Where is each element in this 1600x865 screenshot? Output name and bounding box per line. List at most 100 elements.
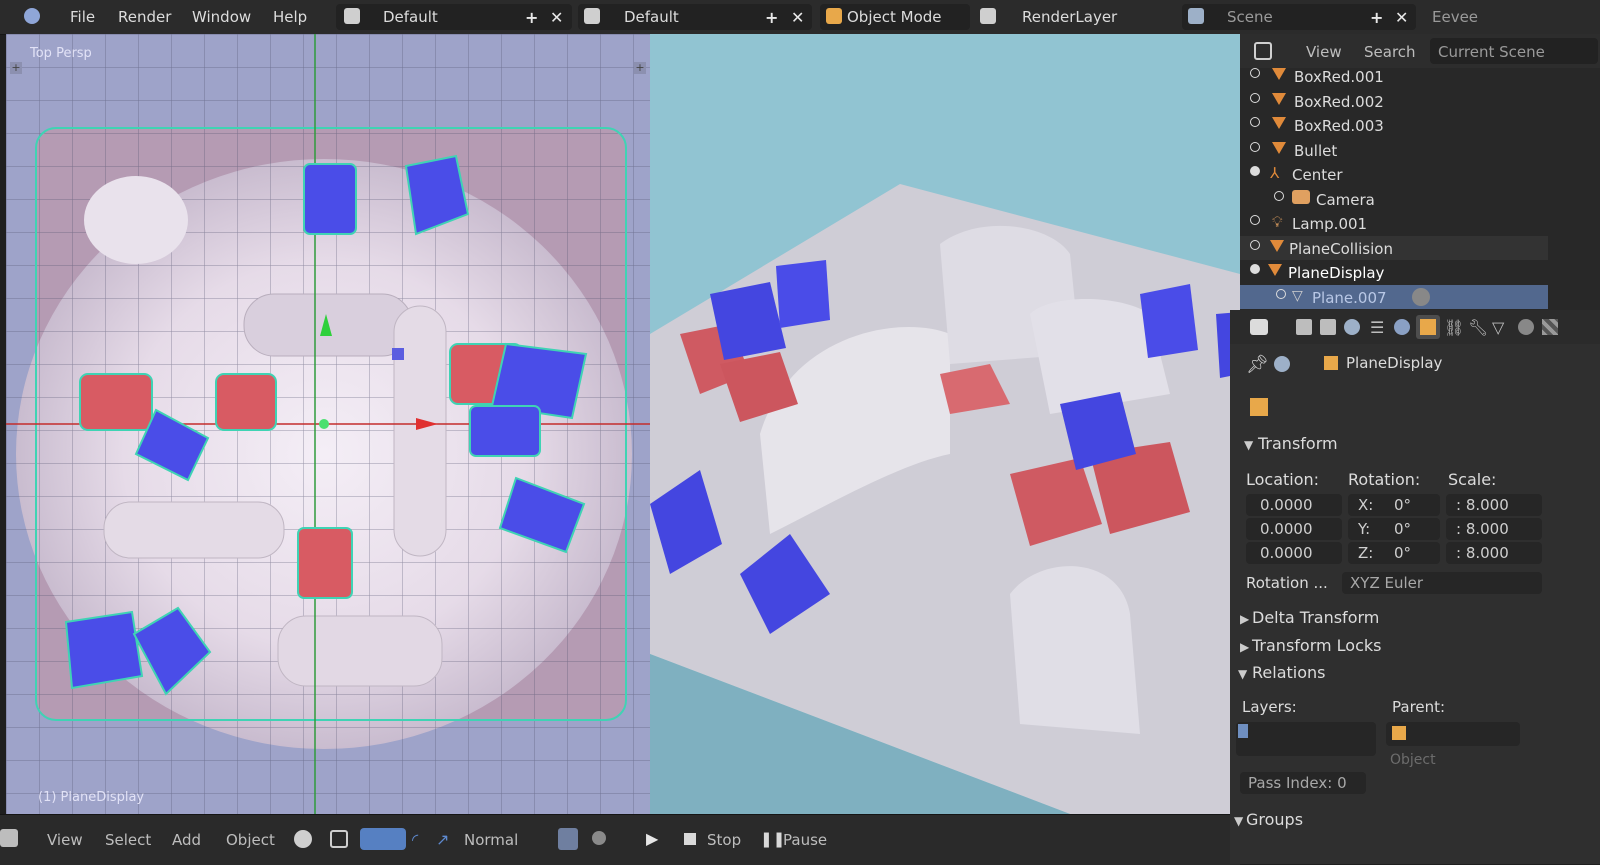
collapse-icon[interactable]: [1250, 166, 1260, 176]
manipulator-toggle[interactable]: [360, 828, 406, 850]
data-tab-icon[interactable]: ▽: [1492, 318, 1504, 337]
pass-index-field[interactable]: Pass Index: 0: [1240, 772, 1366, 794]
menu-add[interactable]: Add: [172, 831, 201, 849]
location-z-field[interactable]: 0.0000: [1246, 542, 1342, 564]
scale-z-field[interactable]: : 8.000: [1446, 542, 1542, 564]
screen-layout-name[interactable]: Default: [383, 8, 438, 26]
transform-orientation-icon[interactable]: [330, 830, 348, 848]
expand-icon[interactable]: [1250, 240, 1260, 250]
add-workspace-icon[interactable]: +: [765, 8, 778, 27]
stop-icon[interactable]: [684, 833, 696, 845]
viewport-top-persp[interactable]: Top Persp (1) PlaneDisplay + +: [6, 34, 650, 814]
world-sphere-icon[interactable]: [1394, 319, 1410, 335]
outliner-row-planecollision[interactable]: PlaneCollision: [1240, 236, 1548, 260]
editor-type-icon[interactable]: [0, 829, 18, 847]
outliner-row-bullet[interactable]: Bullet: [1240, 138, 1550, 162]
parent-field[interactable]: [1386, 722, 1520, 746]
render-layer-icon[interactable]: [980, 8, 996, 24]
tool-shelf-plus-icon[interactable]: +: [10, 62, 22, 74]
modifiers-tab-icon[interactable]: 🔧︎: [1468, 318, 1488, 337]
constraints-tab-icon[interactable]: ⛓: [1444, 318, 1464, 337]
workspace-icon[interactable]: [584, 8, 600, 24]
outliner-menu-search[interactable]: Search: [1364, 43, 1416, 61]
stop-label[interactable]: Stop: [707, 831, 741, 849]
render-layer-name[interactable]: RenderLayer: [1022, 8, 1117, 26]
transform-orientation[interactable]: Normal: [464, 831, 518, 849]
expand-icon[interactable]: [1276, 289, 1286, 299]
pause-icon[interactable]: ❚❚: [760, 830, 785, 848]
info-icon[interactable]: [24, 8, 40, 24]
scale-manip-icon[interactable]: ↗: [436, 830, 454, 849]
parent-type-field[interactable]: Object: [1390, 752, 1436, 768]
menu-help[interactable]: Help: [273, 8, 307, 26]
render-engine[interactable]: Eevee: [1432, 8, 1478, 26]
rotation-z-field[interactable]: Z: 0°: [1348, 542, 1440, 564]
transform-collapse-icon[interactable]: ▼: [1244, 438, 1253, 452]
properties-shelf-plus-icon[interactable]: +: [634, 62, 646, 74]
scene-name[interactable]: Scene: [1227, 8, 1273, 26]
expand-icon[interactable]: [1250, 93, 1260, 103]
scale-x-field[interactable]: : 8.000: [1446, 494, 1542, 516]
rotate-manip-icon[interactable]: ◜: [412, 830, 430, 849]
outliner-row-lamp[interactable]: 💡︎ Lamp.001: [1240, 211, 1550, 235]
expand-icon[interactable]: [1250, 117, 1260, 127]
pause-label[interactable]: Pause: [783, 831, 827, 849]
location-x-field[interactable]: 0.0000: [1246, 494, 1342, 516]
outliner-editor-icon[interactable]: [1254, 42, 1272, 60]
workspace-name[interactable]: Default: [624, 8, 679, 26]
render-layers-tab-icon[interactable]: [1320, 319, 1336, 335]
layers-grid[interactable]: [1236, 722, 1376, 756]
scene-context-icon[interactable]: [1274, 356, 1290, 372]
material-tab-icon[interactable]: [1518, 319, 1534, 335]
pin-icon[interactable]: 📌︎: [1246, 354, 1269, 375]
rotation-x-field[interactable]: X: 0°: [1348, 494, 1440, 516]
delta-transform-expand-icon[interactable]: ▶: [1240, 612, 1249, 626]
menu-file[interactable]: File: [70, 8, 95, 26]
scene-icon[interactable]: [1188, 8, 1204, 24]
remove-scene-icon[interactable]: ✕: [1395, 8, 1408, 27]
outliner-row-boxred-002[interactable]: BoxRed.002: [1240, 89, 1550, 113]
layers-icon[interactable]: [558, 828, 578, 850]
menu-view[interactable]: View: [47, 831, 83, 849]
properties-editor-icon[interactable]: [1250, 319, 1268, 335]
expand-icon[interactable]: [1250, 68, 1260, 78]
world-tab-icon[interactable]: ☰: [1370, 318, 1384, 337]
texture-tab-icon[interactable]: [1542, 319, 1558, 335]
groups-collapse-icon[interactable]: ▼: [1234, 814, 1243, 828]
viewport-rendered[interactable]: [650, 34, 1240, 814]
mode-label[interactable]: Object Mode: [847, 8, 942, 26]
active-layer-indicator[interactable]: [1238, 724, 1248, 738]
outliner-row-boxred-001[interactable]: BoxRed.001: [1240, 64, 1550, 88]
menu-window[interactable]: Window: [192, 8, 251, 26]
delta-transform-panel[interactable]: Delta Transform: [1252, 608, 1379, 627]
outliner-row-camera[interactable]: Camera: [1240, 187, 1550, 211]
expand-icon[interactable]: [1274, 191, 1284, 201]
rotation-mode-dropdown[interactable]: XYZ Euler: [1342, 572, 1542, 594]
remove-layout-icon[interactable]: ✕: [550, 8, 563, 27]
relations-collapse-icon[interactable]: ▼: [1238, 667, 1247, 681]
pivot-icon[interactable]: [294, 830, 312, 848]
collapse-icon[interactable]: [1250, 264, 1260, 274]
transform-locks-panel[interactable]: Transform Locks: [1252, 636, 1382, 655]
add-scene-icon[interactable]: +: [1370, 8, 1383, 27]
transform-panel-title[interactable]: Transform: [1258, 434, 1338, 453]
outliner-row-planedisplay[interactable]: PlaneDisplay: [1240, 260, 1550, 284]
remove-workspace-icon[interactable]: ✕: [791, 8, 804, 27]
menu-select[interactable]: Select: [105, 831, 151, 849]
scene-tab-icon[interactable]: [1344, 319, 1360, 335]
play-icon[interactable]: ▶: [646, 829, 658, 848]
expand-icon[interactable]: [1250, 142, 1260, 152]
relations-panel-title[interactable]: Relations: [1252, 663, 1325, 682]
scale-y-field[interactable]: : 8.000: [1446, 518, 1542, 540]
screen-layout-icon[interactable]: [344, 8, 360, 24]
menu-object[interactable]: Object: [226, 831, 275, 849]
expand-icon[interactable]: [1250, 215, 1260, 225]
location-y-field[interactable]: 0.0000: [1246, 518, 1342, 540]
render-tab-icon[interactable]: [1296, 319, 1312, 335]
menu-render[interactable]: Render: [118, 8, 171, 26]
add-layout-icon[interactable]: +: [525, 8, 538, 27]
outliner-row-plane-007[interactable]: ▽ Plane.007: [1240, 285, 1548, 309]
display-mode-label[interactable]: Current Scene: [1438, 43, 1545, 61]
groups-panel-title[interactable]: Groups: [1246, 810, 1303, 829]
outliner-menu-view[interactable]: View: [1306, 43, 1342, 61]
